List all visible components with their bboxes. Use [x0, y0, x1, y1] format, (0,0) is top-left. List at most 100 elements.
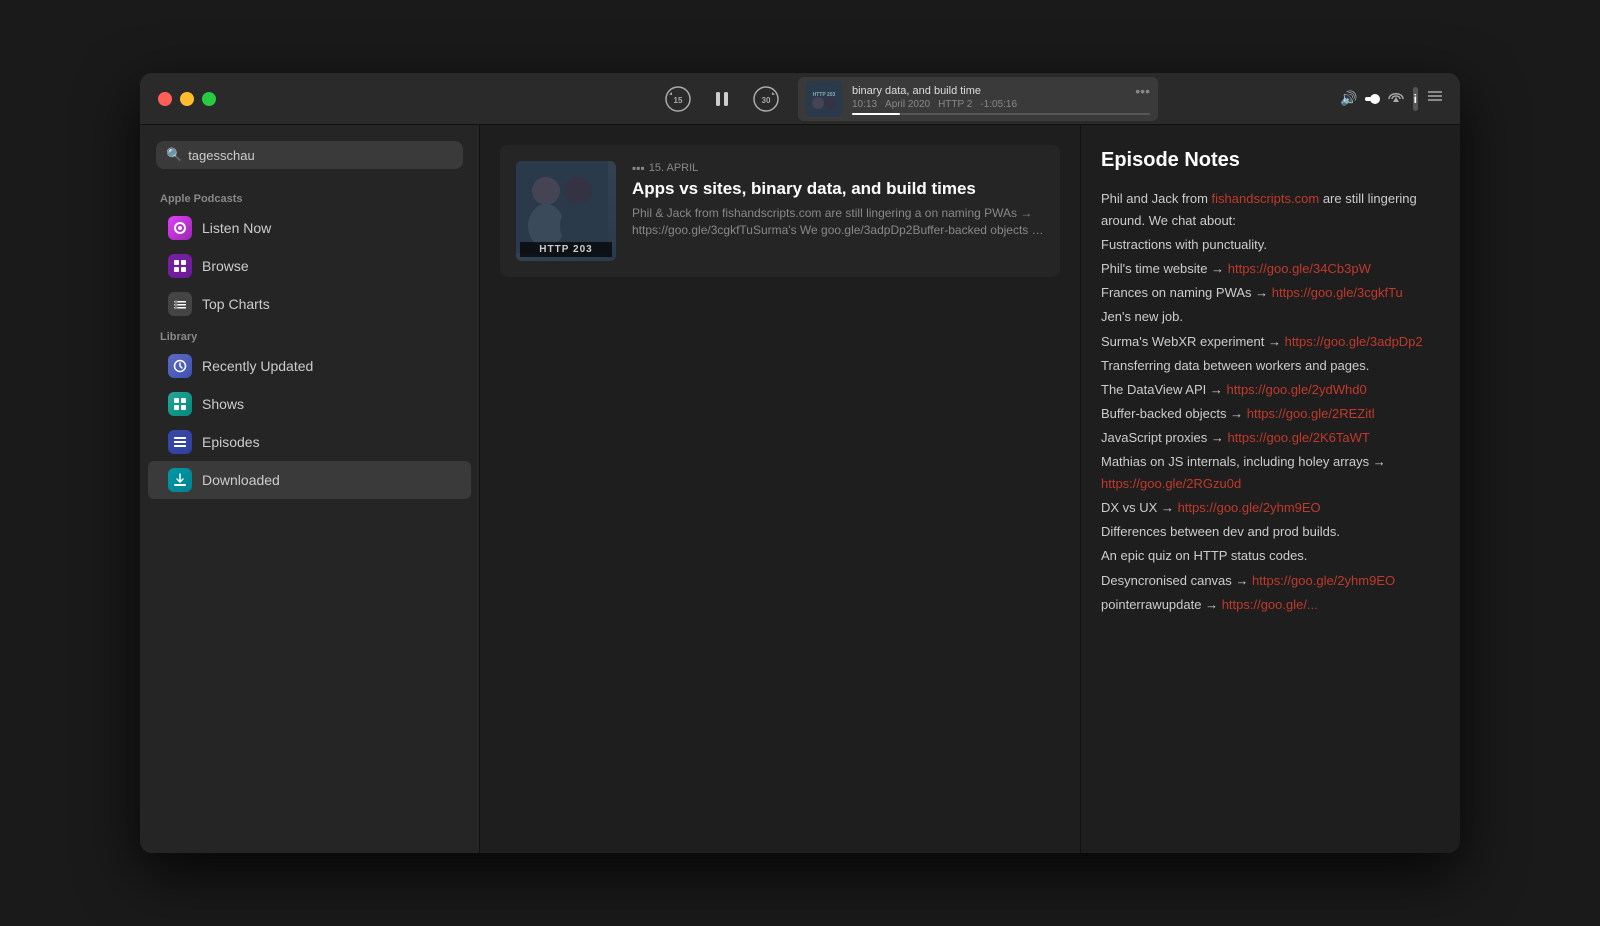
notes-line-3: Phil's time website → https://goo.gle/34… [1101, 258, 1440, 280]
sidebar-item-shows[interactable]: Shows [148, 385, 471, 423]
now-playing-meta: 10:13 April 2020 HTTP 2 -1:05:16 [852, 99, 1150, 110]
now-playing-time: 10:13 [852, 99, 877, 110]
episode-thumbnail: HTTP 203 [516, 161, 616, 261]
volume-slider[interactable] [1365, 97, 1378, 101]
episode-card[interactable]: HTTP 203 ▪▪▪ 15. APRIL Apps vs sites, bi… [500, 145, 1060, 277]
episode-notes-body: Phil and Jack from fishandscripts.com ar… [1101, 188, 1440, 616]
sidebar-item-listen-now[interactable]: Listen Now [148, 209, 471, 247]
recently-updated-icon [168, 354, 192, 378]
listen-now-label: Listen Now [202, 220, 271, 236]
notes-link-3cgkftu[interactable]: https://goo.gle/3cgkfTu [1272, 285, 1403, 300]
notes-line-16: pointerrawupdate → https://goo.gle/... [1101, 594, 1440, 616]
svg-text:15: 15 [674, 96, 683, 105]
info-icon: i [1414, 92, 1417, 106]
top-charts-icon [168, 292, 192, 316]
notes-link-2k6tawt[interactable]: https://goo.gle/2K6TaWT [1227, 430, 1369, 445]
now-playing-options[interactable]: ••• [1135, 83, 1150, 99]
main-content: 🔍 Apple Podcasts Listen Now [140, 125, 1460, 853]
sidebar-item-episodes[interactable]: Episodes [148, 423, 471, 461]
shows-label: Shows [202, 396, 244, 412]
notes-link-2rgzu0d[interactable]: https://goo.gle/2RGzu0d [1101, 476, 1241, 491]
app-window: 15 30 [140, 73, 1460, 853]
notes-link-2yhm9eo[interactable]: https://goo.gle/2yhm9EO [1178, 500, 1321, 515]
sidebar-item-recently-updated[interactable]: Recently Updated [148, 347, 471, 385]
downloaded-label: Downloaded [202, 472, 280, 488]
now-playing-thumbnail: HTTP 203 [806, 81, 842, 117]
notes-line-2: Fustractions with punctuality. [1101, 234, 1440, 256]
now-playing-title: binary data, and build time [852, 85, 981, 97]
now-playing-remaining: -1:05:16 [980, 99, 1017, 110]
airplay-button[interactable] [1387, 87, 1405, 110]
bar-chart-icon: ▪▪▪ [632, 161, 645, 175]
notes-line-10: JavaScript proxies → https://goo.gle/2K6… [1101, 427, 1440, 449]
now-playing-show: HTTP 2 [938, 99, 972, 110]
progress-bar[interactable] [852, 113, 1150, 115]
browse-icon [168, 254, 192, 278]
notes-line-5: Jen's new job. [1101, 306, 1440, 328]
notes-line-7: Transferring data between workers and pa… [1101, 355, 1440, 377]
svg-text:30: 30 [762, 96, 771, 105]
search-bar[interactable]: 🔍 [156, 141, 463, 169]
forward-button[interactable]: 30 [750, 83, 782, 115]
notes-link-pointer[interactable]: https://goo.gle/... [1222, 597, 1318, 612]
volume-knob [1370, 94, 1380, 104]
sidebar: 🔍 Apple Podcasts Listen Now [140, 125, 480, 853]
progress-fill [852, 113, 900, 115]
sidebar-item-top-charts[interactable]: Top Charts [148, 285, 471, 323]
titlebar-right: 🔊 i [1340, 87, 1460, 111]
notes-line-15: Desyncronised canvas → https://goo.gle/2… [1101, 570, 1440, 592]
notes-line-8: The DataView API → https://goo.gle/2ydWh… [1101, 379, 1440, 401]
sidebar-item-downloaded[interactable]: Downloaded [148, 461, 471, 499]
svg-text:HTTP 203: HTTP 203 [813, 92, 836, 98]
episode-info: ▪▪▪ 15. APRIL Apps vs sites, binary data… [632, 161, 1044, 261]
titlebar: 15 30 [140, 73, 1460, 125]
now-playing-bar: HTTP 203 binary data, and build time •••… [798, 77, 1158, 121]
traffic-lights [140, 92, 480, 106]
info-button[interactable]: i [1413, 87, 1418, 111]
volume-icon: 🔊 [1340, 90, 1357, 107]
pause-button[interactable] [706, 83, 738, 115]
downloaded-icon [168, 468, 192, 492]
rewind-button[interactable]: 15 [662, 83, 694, 115]
titlebar-center: 15 30 [480, 77, 1340, 121]
episode-date: ▪▪▪ 15. APRIL [632, 161, 1044, 175]
notes-line-1: Phil and Jack from fishandscripts.com ar… [1101, 188, 1440, 232]
notes-link-2ydwhd0[interactable]: https://goo.gle/2ydWhd0 [1227, 382, 1367, 397]
list-button[interactable] [1426, 87, 1444, 110]
episode-notes-title: Episode Notes [1101, 149, 1440, 172]
listen-now-icon [168, 216, 192, 240]
notes-link-34cb3pw[interactable]: https://goo.gle/34Cb3pW [1228, 261, 1371, 276]
search-icon: 🔍 [166, 147, 182, 163]
recently-updated-label: Recently Updated [202, 358, 313, 374]
episode-description: Phil & Jack from fishandscripts.com are … [632, 205, 1044, 239]
notes-line-9: Buffer-backed objects → https://goo.gle/… [1101, 403, 1440, 425]
content-area: HTTP 203 ▪▪▪ 15. APRIL Apps vs sites, bi… [480, 125, 1080, 853]
browse-label: Browse [202, 258, 249, 274]
notes-line-14: An epic quiz on HTTP status codes. [1101, 545, 1440, 567]
episode-notes-panel: Episode Notes Phil and Jack from fishand… [1080, 125, 1460, 853]
notes-line-4: Frances on naming PWAs → https://goo.gle… [1101, 282, 1440, 304]
shows-icon [168, 392, 192, 416]
now-playing-date: April 2020 [885, 99, 930, 110]
minimize-button[interactable] [180, 92, 194, 106]
sidebar-item-browse[interactable]: Browse [148, 247, 471, 285]
episodes-icon [168, 430, 192, 454]
section-apple-podcasts: Apple Podcasts [140, 185, 479, 209]
now-playing-info: binary data, and build time ••• 10:13 Ap… [852, 83, 1150, 115]
notes-link-canvas[interactable]: https://goo.gle/2yhm9EO [1252, 573, 1395, 588]
notes-line-12: DX vs UX → https://goo.gle/2yhm9EO [1101, 497, 1440, 519]
notes-link-2rezitl[interactable]: https://goo.gle/2REZitl [1247, 406, 1375, 421]
episode-show-code: HTTP 203 [520, 242, 612, 257]
close-button[interactable] [158, 92, 172, 106]
maximize-button[interactable] [202, 92, 216, 106]
search-input[interactable] [188, 148, 453, 163]
section-library: Library [140, 323, 479, 347]
top-charts-label: Top Charts [202, 296, 270, 312]
notes-line-13: Differences between dev and prod builds. [1101, 521, 1440, 543]
notes-line-11: Mathias on JS internals, including holey… [1101, 451, 1440, 495]
episode-title: Apps vs sites, binary data, and build ti… [632, 179, 1044, 199]
notes-link-3adpdp2[interactable]: https://goo.gle/3adpDp2 [1285, 334, 1423, 349]
episodes-label: Episodes [202, 434, 260, 450]
notes-line-6: Surma's WebXR experiment → https://goo.g… [1101, 331, 1440, 353]
notes-link-fishandscripts[interactable]: fishandscripts.com [1212, 191, 1320, 206]
